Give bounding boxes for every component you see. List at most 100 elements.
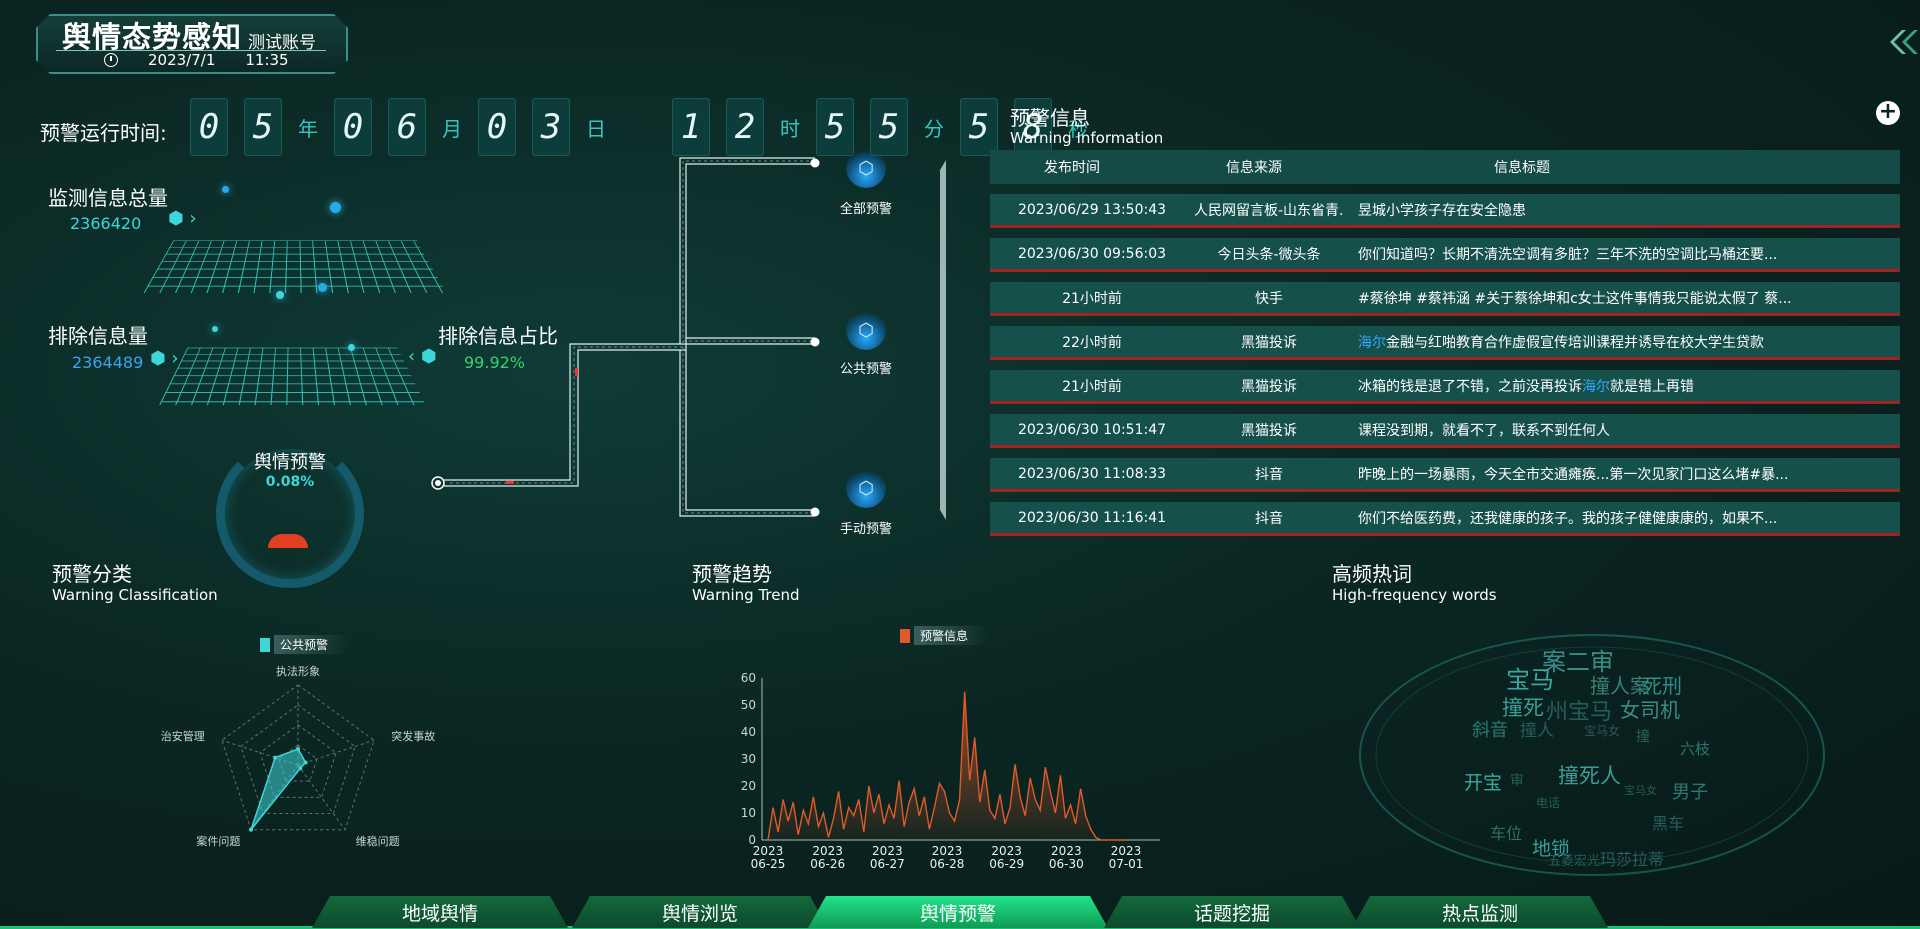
hotword[interactable]: 撞 [1636, 726, 1650, 746]
hotword[interactable]: 男子 [1672, 778, 1708, 804]
radar-axis [297, 739, 375, 766]
x-tick-label: 2023 [812, 844, 843, 858]
radar-indicator-label: 维稳问题 [356, 834, 400, 848]
hotwords-subtitle: High-frequency words [1332, 586, 1497, 604]
trend-chart: 0102030405060202306-25202306-26202306-27… [741, 671, 1160, 871]
title-text: 金融与红啪教育合作虚假宣传培训课程并诱导在校大学生贷款 [1386, 334, 1764, 351]
chevron-right-icon: ⬢ › [150, 348, 179, 369]
year-digit: 5 [244, 98, 282, 156]
day-digit: 3 [532, 98, 570, 156]
hotword[interactable]: 玛莎拉蒂 [1600, 846, 1664, 870]
classification-title: 预警分类 [52, 562, 132, 586]
particle [348, 344, 355, 351]
trend-legend[interactable]: 预警信息 [900, 626, 989, 645]
tab-sentiment-warning[interactable]: 舆情预警 [808, 896, 1108, 928]
particle [330, 202, 341, 213]
warning-gauge-label: 舆情预警 [254, 452, 326, 473]
cell-time: 2023/06/30 11:08:33 [1017, 465, 1167, 482]
radar-point [303, 760, 308, 765]
radar-indicator-label: 案件问题 [196, 834, 240, 848]
hotword[interactable]: 开宝 [1464, 768, 1502, 795]
cell-title: 课程没到期，就看不了，联系不到任何人 [1358, 422, 1610, 439]
hour-unit: 时 [780, 116, 800, 141]
radar-chart: 执法形象突发事故维稳问题 案件问题 治安管理 [161, 664, 435, 848]
particle [318, 283, 327, 292]
table-row[interactable]: 2023/06/30 09:56:03 今日头条-微头条 你们知道吗？长期不清洗… [990, 238, 1900, 272]
legend-label: 公共预警 [274, 635, 349, 654]
month-digit: 6 [388, 98, 426, 156]
manual-warning-icon[interactable]: ⬡ [846, 468, 886, 508]
hotword[interactable]: 撞死人 [1558, 760, 1621, 790]
cell-title: 你们知道吗？长期不清洗空调有多脏？三年不洗的空调比马桶还要... [1358, 246, 1778, 263]
hotword[interactable]: 宝马女 [1624, 782, 1657, 798]
gauge-fill [268, 534, 308, 548]
radar-indicator-label: 执法形象 [276, 664, 320, 678]
y-tick-label: 40 [741, 725, 756, 739]
exclude-count-label: 排除信息量 [48, 324, 148, 348]
radar-series-area [250, 748, 307, 831]
table-row[interactable]: 2023/06/30 11:16:41 抖音 你们不给医药费，还我健康的孩子。我… [990, 502, 1900, 536]
year-digit: 0 [190, 98, 228, 156]
word-cloud: 案二审 宝马 撞人案 死刑 撞死 州宝马 女司机 斜音 撞人 宝马女撞六枝 开宝审撞死人 宝马女 男子电… [1352, 630, 1832, 880]
col-source: 信息来源 [1226, 160, 1282, 176]
tab-hot-monitor[interactable]: 热点监测 [1352, 896, 1608, 928]
hotword[interactable]: 宝马 [1506, 660, 1554, 695]
hotwords-title: 高频热词 [1332, 562, 1412, 586]
month-unit: 月 [442, 116, 462, 141]
hotword[interactable]: 宝马女 [1584, 722, 1620, 739]
cell-time: 22小时前 [1062, 334, 1122, 351]
table-row[interactable]: 2023/06/29 13:50:43 人民网留言板-山东省青... 昱城小学孩… [990, 194, 1900, 228]
radar-legend[interactable]: 公共预警 [260, 635, 349, 654]
x-tick-label: 07-01 [1109, 857, 1144, 871]
hotword[interactable]: 车位 [1490, 820, 1522, 844]
table-row[interactable]: 2023/06/30 11:08:33 抖音 昨晚上的一场暴雨，今天全市交通瘫痪… [990, 458, 1900, 492]
day-unit: 日 [586, 116, 606, 141]
x-tick-label: 2023 [932, 844, 963, 858]
hotword[interactable]: 黑车 [1652, 810, 1684, 834]
particle [222, 186, 229, 193]
keyword-highlight: 海尔 [1582, 378, 1610, 395]
runtime-label: 预警运行时间: [40, 121, 167, 145]
tab-topic-mining[interactable]: 话题挖掘 [1104, 896, 1360, 928]
node-public-warning[interactable]: 公共预警 [826, 358, 906, 377]
hotword[interactable]: 五菱宏光 [1548, 850, 1600, 869]
tab-regional-sentiment[interactable]: 地域舆情 [312, 896, 568, 928]
cell-time: 21小时前 [1062, 290, 1122, 307]
table-row[interactable]: 2023/06/30 10:51:47 黑猫投诉 课程没到期，就看不了，联系不到… [990, 414, 1900, 448]
tab-sentiment-browse[interactable]: 舆情浏览 [572, 896, 828, 928]
warning-info-title: 预警信息 [1010, 106, 1090, 130]
cell-title: 海尔金融与红啪教育合作虚假宣传培训课程并诱导在校大学生贷款 [1344, 332, 1900, 352]
minute-digit: 5 [816, 98, 854, 156]
table-row[interactable]: 21小时前 快手 #蔡徐坤 #蔡祎涵 #关于蔡徐坤和c女士这件事情我只能说太假了… [990, 282, 1900, 316]
hotword[interactable]: 斜音 [1472, 716, 1508, 742]
hotword[interactable]: 电话 [1536, 794, 1560, 811]
hotword[interactable]: 女司机 [1620, 694, 1680, 723]
all-warning-icon[interactable]: ⬡ [846, 148, 886, 188]
table-row[interactable]: 21小时前 黑猫投诉 冰箱的钱是退了不错，之前没再投诉海尔就是错上再错 [990, 370, 1900, 404]
radar-point [296, 747, 300, 751]
hotword[interactable]: 六枝 [1680, 738, 1710, 759]
cell-source: 黑猫投诉 [1241, 422, 1297, 439]
cell-time: 2023/06/29 13:50:43 [1017, 201, 1167, 218]
hotword[interactable]: 审 [1510, 770, 1524, 790]
cell-title: 昨晚上的一场暴雨，今天全市交通瘫痪...第一次见家门口这么堵#暴... [1358, 466, 1789, 483]
x-tick-label: 2023 [753, 844, 784, 858]
add-button[interactable]: + [1876, 101, 1900, 125]
hotword[interactable]: 撞人 [1520, 716, 1554, 741]
cell-title: 冰箱的钱是退了不错，之前没再投诉海尔就是错上再错 [1344, 376, 1900, 396]
cell-time: 2023/06/30 09:56:03 [1017, 245, 1167, 262]
public-warning-icon[interactable]: ⬡ [846, 310, 886, 350]
monitor-total-value: 2366420 [70, 214, 142, 233]
exclude-count-value: 2364489 [72, 353, 144, 372]
y-tick-label: 20 [741, 779, 756, 793]
title-text: 冰箱的钱是退了不错，之前没再投诉 [1358, 378, 1582, 395]
node-manual-warning[interactable]: 手动预警 [826, 518, 906, 537]
hour-digit: 1 [672, 98, 710, 156]
trend-subtitle: Warning Trend [692, 586, 800, 604]
node-all-warning[interactable]: 全部预警 [826, 198, 906, 217]
cell-source: 快手 [1255, 290, 1283, 307]
y-tick-label: 10 [741, 806, 756, 820]
cell-source: 黑猫投诉 [1241, 334, 1297, 351]
collapse-arrow-icon[interactable] [1884, 28, 1918, 56]
table-row[interactable]: 22小时前 黑猫投诉 海尔金融与红啪教育合作虚假宣传培训课程并诱导在校大学生贷款 [990, 326, 1900, 360]
